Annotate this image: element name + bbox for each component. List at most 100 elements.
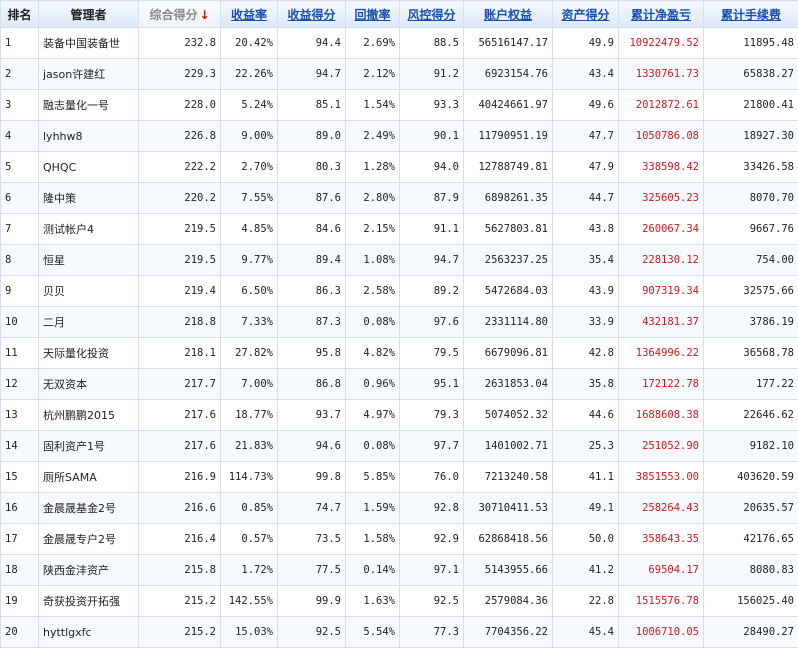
cell-net-pnl: 1330761.73 [619, 59, 704, 90]
cell-drawdown: 2.80% [346, 183, 400, 214]
cell-return-score: 89.4 [278, 245, 346, 276]
cell-return-rate: 27.82% [221, 338, 278, 369]
cell-fees: 754.00 [704, 245, 798, 276]
cell-net-pnl: 1364996.22 [619, 338, 704, 369]
cell-net-pnl: 10922479.52 [619, 28, 704, 59]
col-fees-header[interactable]: 累计手续费 [704, 1, 798, 28]
cell-asset-score: 47.9 [553, 152, 619, 183]
col-risk-score-header[interactable]: 风控得分 [400, 1, 464, 28]
cell-drawdown: 1.08% [346, 245, 400, 276]
cell-score: 226.8 [139, 121, 221, 152]
cell-fees: 8080.83 [704, 555, 798, 586]
cell-score: 222.2 [139, 152, 221, 183]
cell-return-rate: 20.42% [221, 28, 278, 59]
cell-manager-name[interactable]: 贝贝 [39, 276, 139, 307]
cell-equity: 7213240.58 [464, 462, 553, 493]
cell-fees: 403620.59 [704, 462, 798, 493]
table-row: 20hyttlgxfc215.215.03%92.55.54%77.377043… [1, 617, 798, 648]
cell-return-rate: 4.85% [221, 214, 278, 245]
cell-manager-name[interactable]: 恒星 [39, 245, 139, 276]
cell-manager-name[interactable]: 测试帐户4 [39, 214, 139, 245]
cell-score: 219.5 [139, 214, 221, 245]
col-return-score-label: 收益得分 [287, 8, 335, 22]
col-drawdown-header[interactable]: 回撤率 [346, 1, 400, 28]
cell-drawdown: 0.08% [346, 307, 400, 338]
table-row: 15厕所SAMA216.9114.73%99.85.85%76.07213240… [1, 462, 798, 493]
cell-rank: 6 [1, 183, 39, 214]
cell-asset-score: 35.8 [553, 369, 619, 400]
cell-fees: 11895.48 [704, 28, 798, 59]
cell-return-rate: 21.83% [221, 431, 278, 462]
cell-manager-name[interactable]: 装备中国装备世 [39, 28, 139, 59]
cell-score: 216.6 [139, 493, 221, 524]
cell-manager-name[interactable]: 金晨晟专户2号 [39, 524, 139, 555]
cell-risk-score: 79.3 [400, 400, 464, 431]
cell-equity: 40424661.97 [464, 90, 553, 121]
cell-equity: 12788749.81 [464, 152, 553, 183]
cell-return-score: 74.7 [278, 493, 346, 524]
cell-risk-score: 90.1 [400, 121, 464, 152]
cell-drawdown: 5.85% [346, 462, 400, 493]
sort-desc-icon: ↓ [199, 8, 209, 22]
cell-asset-score: 41.2 [553, 555, 619, 586]
cell-return-score: 95.8 [278, 338, 346, 369]
cell-manager-name[interactable]: jason许建红 [39, 59, 139, 90]
cell-net-pnl: 69504.17 [619, 555, 704, 586]
cell-drawdown: 2.69% [346, 28, 400, 59]
cell-manager-name[interactable]: 二月 [39, 307, 139, 338]
col-risk-score-label: 风控得分 [407, 8, 455, 22]
col-asset-score-header[interactable]: 资产得分 [553, 1, 619, 28]
cell-score: 218.8 [139, 307, 221, 338]
cell-rank: 13 [1, 400, 39, 431]
cell-manager-name[interactable]: 隆中策 [39, 183, 139, 214]
cell-equity: 5074052.32 [464, 400, 553, 431]
cell-manager-name[interactable]: 固利资产1号 [39, 431, 139, 462]
cell-manager-name[interactable]: 融志量化一号 [39, 90, 139, 121]
cell-fees: 3786.19 [704, 307, 798, 338]
cell-equity: 11790951.19 [464, 121, 553, 152]
cell-manager-name[interactable]: hyttlgxfc [39, 617, 139, 648]
col-return-rate-header[interactable]: 收益率 [221, 1, 278, 28]
table-row: 11天际量化投资218.127.82%95.84.82%79.56679096.… [1, 338, 798, 369]
cell-return-rate: 114.73% [221, 462, 278, 493]
cell-rank: 10 [1, 307, 39, 338]
cell-manager-name[interactable]: 奇获投资开拓强 [39, 586, 139, 617]
cell-return-rate: 6.50% [221, 276, 278, 307]
cell-asset-score: 44.7 [553, 183, 619, 214]
cell-net-pnl: 432181.37 [619, 307, 704, 338]
cell-manager-name[interactable]: 无双资本 [39, 369, 139, 400]
cell-net-pnl: 338598.42 [619, 152, 704, 183]
cell-score: 232.8 [139, 28, 221, 59]
table-row: 5QHQC222.22.70%80.31.28%94.012788749.814… [1, 152, 798, 183]
cell-rank: 11 [1, 338, 39, 369]
col-score-header[interactable]: 综合得分↓ [139, 1, 221, 28]
cell-manager-name[interactable]: lyhhw8 [39, 121, 139, 152]
cell-net-pnl: 325605.23 [619, 183, 704, 214]
cell-rank: 3 [1, 90, 39, 121]
cell-equity: 2563237.25 [464, 245, 553, 276]
cell-rank: 1 [1, 28, 39, 59]
col-return-score-header[interactable]: 收益得分 [278, 1, 346, 28]
cell-score: 215.2 [139, 586, 221, 617]
cell-equity: 6898261.35 [464, 183, 553, 214]
cell-manager-name[interactable]: 陕西金沣资产 [39, 555, 139, 586]
cell-fees: 177.22 [704, 369, 798, 400]
cell-risk-score: 87.9 [400, 183, 464, 214]
col-fees-label: 累计手续费 [721, 8, 781, 22]
cell-fees: 32575.66 [704, 276, 798, 307]
table-row: 18陕西金沣资产215.81.72%77.50.14%97.15143955.6… [1, 555, 798, 586]
cell-manager-name[interactable]: 金晨晟基金2号 [39, 493, 139, 524]
cell-manager-name[interactable]: 杭州鹏鹏2015 [39, 400, 139, 431]
table-row: 13杭州鹏鹏2015217.618.77%93.74.97%79.3507405… [1, 400, 798, 431]
cell-manager-name[interactable]: 天际量化投资 [39, 338, 139, 369]
cell-manager-name[interactable]: 厕所SAMA [39, 462, 139, 493]
col-net-pnl-header[interactable]: 累计净盈亏 [619, 1, 704, 28]
cell-return-rate: 7.55% [221, 183, 278, 214]
col-equity-header[interactable]: 账户权益 [464, 1, 553, 28]
cell-manager-name[interactable]: QHQC [39, 152, 139, 183]
cell-rank: 8 [1, 245, 39, 276]
cell-return-rate: 18.77% [221, 400, 278, 431]
cell-return-score: 99.9 [278, 586, 346, 617]
col-manager-header: 管理者 [39, 1, 139, 28]
cell-drawdown: 1.58% [346, 524, 400, 555]
